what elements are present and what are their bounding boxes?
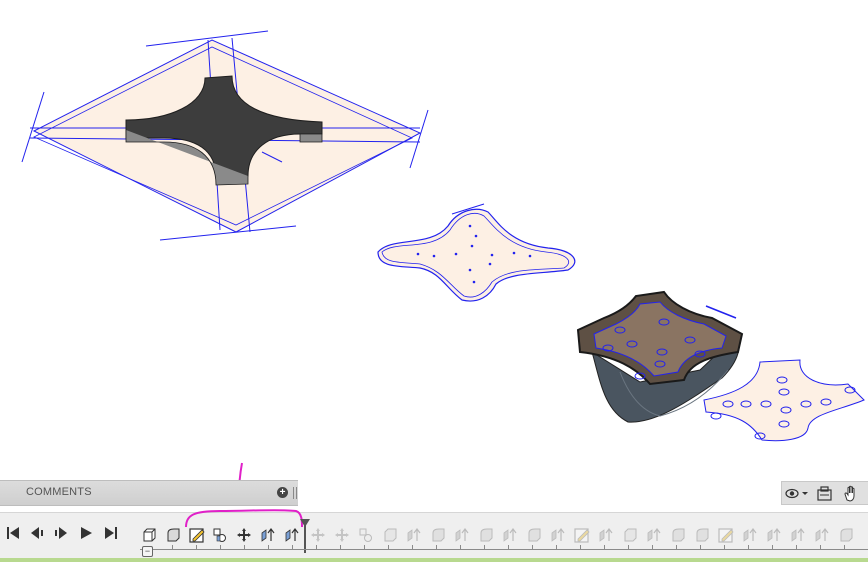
suppressed-feature-icon[interactable] (526, 527, 542, 543)
timeline-tick (316, 545, 317, 550)
box-feature-icon[interactable] (141, 527, 157, 543)
timeline-tick (196, 545, 197, 550)
timeline-tick (532, 545, 533, 550)
suppressed-feature-icon[interactable] (694, 527, 710, 543)
timeline-zoom-handle[interactable]: − (142, 546, 153, 557)
timeline-tick (340, 545, 341, 550)
timeline-tick (508, 545, 509, 550)
annotation-bracket (185, 509, 303, 528)
timeline-tick (364, 545, 365, 550)
sketch-feature-icon[interactable] (189, 527, 205, 543)
skip-to-end-icon[interactable] (103, 525, 119, 541)
skip-to-start-icon[interactable] (5, 525, 21, 541)
timeline-tick (292, 545, 293, 550)
status-strip (0, 558, 868, 562)
timeline-tick (244, 545, 245, 550)
suppressed-feature-icon[interactable] (502, 527, 518, 543)
sketch-flat-profile[interactable] (377, 203, 576, 302)
timeline-tick (700, 545, 701, 550)
canvas-viewport[interactable] (0, 0, 868, 480)
suppressed-feature-icon[interactable] (406, 527, 422, 543)
timeline-tick (844, 545, 845, 550)
timeline-track[interactable] (140, 549, 868, 550)
fillet-feature-icon[interactable] (165, 527, 181, 543)
timeline-tick (388, 545, 389, 550)
orbit-icon[interactable] (784, 485, 802, 502)
play-pause-icon[interactable] (53, 525, 69, 541)
timeline-tick (748, 545, 749, 550)
suppressed-feature-icon[interactable] (334, 527, 350, 543)
timeline-tick (820, 545, 821, 550)
suppressed-feature-icon[interactable] (718, 527, 734, 543)
timeline-tick (772, 545, 773, 550)
timeline-tick (652, 545, 653, 550)
look-at-icon[interactable] (816, 485, 834, 502)
suppressed-feature-icon[interactable] (454, 527, 470, 543)
chevron-down-icon[interactable] (801, 485, 809, 502)
sketch-plus-body[interactable] (21, 30, 429, 241)
timeline-tick (412, 545, 413, 550)
suppressed-feature-icon[interactable] (430, 527, 446, 543)
suppressed-feature-icon[interactable] (670, 527, 686, 543)
suppressed-feature-icon[interactable] (622, 527, 638, 543)
suppressed-feature-icon[interactable] (382, 527, 398, 543)
suppressed-feature-icon[interactable] (790, 527, 806, 543)
timeline-tick (436, 545, 437, 550)
suppressed-feature-icon[interactable] (358, 527, 374, 543)
extrude-feature-icon[interactable] (284, 527, 300, 543)
timeline-tick (580, 545, 581, 550)
suppressed-feature-icon[interactable] (838, 527, 854, 543)
timeline-tick (220, 545, 221, 550)
annotation-arrow (238, 462, 243, 480)
suppressed-feature-icon[interactable] (598, 527, 614, 543)
play-icon[interactable] (78, 525, 94, 541)
timeline-tick (724, 545, 725, 550)
timeline-tick (676, 545, 677, 550)
suppressed-feature-icon[interactable] (550, 527, 566, 543)
step-back-icon[interactable] (29, 525, 45, 541)
panel-grip-icon[interactable] (293, 487, 297, 499)
navigation-toolbar (781, 481, 868, 505)
timeline-tick (460, 545, 461, 550)
suppressed-feature-icon[interactable] (766, 527, 782, 543)
plus-circle-icon[interactable]: + (277, 487, 288, 498)
suppressed-feature-icon[interactable] (742, 527, 758, 543)
combine-feature-icon[interactable] (212, 527, 228, 543)
timeline-tick (628, 545, 629, 550)
timeline: − (0, 509, 868, 559)
move-feature-icon[interactable] (236, 527, 252, 543)
timeline-tick (556, 545, 557, 550)
comments-panel[interactable]: COMMENTS + (0, 480, 298, 506)
pan-hand-icon[interactable] (842, 485, 860, 502)
timeline-tick (796, 545, 797, 550)
timeline-tick (172, 545, 173, 550)
timeline-tick (604, 545, 605, 550)
extrude-feature-icon[interactable] (260, 527, 276, 543)
suppressed-feature-icon[interactable] (310, 527, 326, 543)
comments-label: COMMENTS (26, 486, 92, 498)
timeline-tick (484, 545, 485, 550)
suppressed-feature-icon[interactable] (478, 527, 494, 543)
timeline-tick (268, 545, 269, 550)
suppressed-feature-icon[interactable] (574, 527, 590, 543)
suppressed-feature-icon[interactable] (646, 527, 662, 543)
suppressed-feature-icon[interactable] (814, 527, 830, 543)
